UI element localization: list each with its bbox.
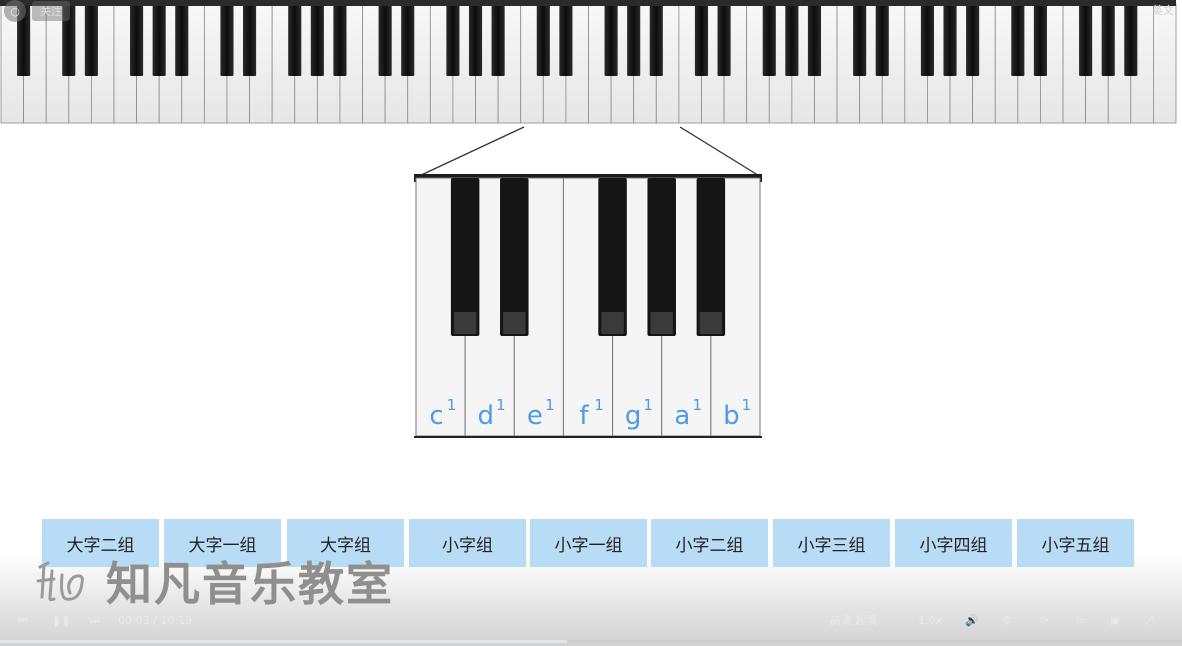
black-key[interactable] <box>1101 4 1115 76</box>
black-key[interactable] <box>785 4 799 76</box>
black-key[interactable] <box>243 4 257 76</box>
group-tab-5[interactable]: 小字一组 <box>530 519 647 567</box>
zoom-black-key-bevel <box>601 312 624 334</box>
black-key[interactable] <box>401 4 415 76</box>
black-key[interactable] <box>853 4 867 76</box>
widescreen-icon[interactable]: ▣ <box>1110 610 1120 632</box>
black-key[interactable] <box>717 4 731 76</box>
player-controls: ⏮ ❚❚ ⏭ 00:03 / 10:19 高清 超清 1.0x 🔊 ⚙ ⟳ ▭ … <box>0 610 1182 632</box>
octave-mark-d: 1 <box>496 396 506 414</box>
black-key[interactable] <box>649 4 663 76</box>
follow-button[interactable]: 关注 <box>32 1 70 21</box>
black-key[interactable] <box>762 4 776 76</box>
zoomed-octave-keyboard: c1d1e1f1g1a1b1 <box>414 174 762 438</box>
black-key[interactable] <box>130 4 144 76</box>
channel-avatar[interactable]: ○ <box>4 0 26 22</box>
loop-icon[interactable]: ⟳ <box>1040 610 1049 632</box>
zoom-black-key-bevel <box>503 312 526 334</box>
quality-selector[interactable]: 高清 超清 <box>830 610 878 632</box>
black-key[interactable] <box>536 4 550 76</box>
player-top-bar: ○ 关注 <box>4 0 70 22</box>
pause-icon[interactable]: ❚❚ <box>52 610 70 632</box>
group-tab-9[interactable]: 小字五组 <box>1017 519 1134 567</box>
subtitle-toggle[interactable]: 英文 <box>1152 2 1174 18</box>
black-key[interactable] <box>807 4 822 76</box>
group-tab-8[interactable]: 小字四组 <box>895 519 1012 567</box>
black-key[interactable] <box>1124 4 1138 76</box>
octave-mark-a: 1 <box>693 396 703 414</box>
progress-fill <box>0 640 568 643</box>
black-key[interactable] <box>694 4 709 76</box>
note-label-e: e <box>527 401 543 431</box>
video-frame: c1d1e1f1g1a1b1 ○ 关注 英文 大字二组 大字一组 大字组 小字组… <box>0 0 1182 646</box>
watermark-text: 知凡音乐教室 <box>106 557 394 611</box>
octave-mark-c: 1 <box>447 396 457 414</box>
fullscreen-icon[interactable]: ⤢ <box>1145 610 1154 632</box>
black-key[interactable] <box>920 4 934 76</box>
progress-bar[interactable] <box>0 640 1182 643</box>
black-key[interactable] <box>468 4 483 76</box>
pip-icon[interactable]: ▭ <box>1076 610 1086 632</box>
black-key[interactable] <box>152 4 166 76</box>
group-tab-4[interactable]: 小字组 <box>409 519 526 567</box>
black-key[interactable] <box>875 4 889 76</box>
zoom-black-key-bevel <box>650 312 673 334</box>
black-key[interactable] <box>220 4 234 76</box>
speed-selector[interactable]: 1.0x <box>918 610 942 632</box>
black-key[interactable] <box>491 4 505 76</box>
note-label-g: g <box>625 401 642 431</box>
octave-mark-b: 1 <box>742 396 752 414</box>
settings-icon[interactable]: ⚙ <box>1002 610 1012 632</box>
black-key[interactable] <box>1011 4 1025 76</box>
note-label-d: d <box>477 401 494 431</box>
octave-mark-e: 1 <box>545 396 555 414</box>
black-key[interactable] <box>378 4 392 76</box>
group-tab-6[interactable]: 小字二组 <box>651 519 768 567</box>
black-key[interactable] <box>1033 4 1047 76</box>
black-key[interactable] <box>175 4 189 76</box>
volume-icon[interactable]: 🔊 <box>965 610 979 632</box>
keyboard-top-rail <box>0 0 1176 6</box>
note-label-c: c <box>429 401 443 431</box>
full-piano-keyboard <box>0 0 1177 124</box>
note-label-f: f <box>579 401 589 431</box>
time-display: 00:03 / 10:19 <box>118 614 193 627</box>
black-key[interactable] <box>446 4 460 76</box>
black-key[interactable] <box>966 4 980 76</box>
black-key[interactable] <box>559 4 573 76</box>
zoom-black-key-bevel <box>699 312 723 334</box>
black-key[interactable] <box>1079 4 1093 76</box>
black-key[interactable] <box>627 4 641 76</box>
channel-watermark: 知凡音乐教室 <box>34 548 394 614</box>
black-key[interactable] <box>84 4 98 76</box>
note-label-a: a <box>674 401 690 431</box>
octave-mark-f: 1 <box>594 396 604 414</box>
black-key[interactable] <box>333 4 347 76</box>
group-tab-7[interactable]: 小字三组 <box>773 519 890 567</box>
channel-logo-icon <box>36 561 84 602</box>
black-key[interactable] <box>310 4 324 76</box>
next-icon[interactable]: ⏭ <box>90 610 100 632</box>
white-key[interactable] <box>1153 3 1177 124</box>
black-key[interactable] <box>604 4 618 76</box>
black-key[interactable] <box>288 4 302 76</box>
previous-icon[interactable]: ⏮ <box>18 610 28 632</box>
black-key[interactable] <box>943 4 957 76</box>
note-label-b: b <box>723 401 740 431</box>
octave-mark-g: 1 <box>643 396 653 414</box>
zoom-black-key-bevel <box>453 312 477 334</box>
